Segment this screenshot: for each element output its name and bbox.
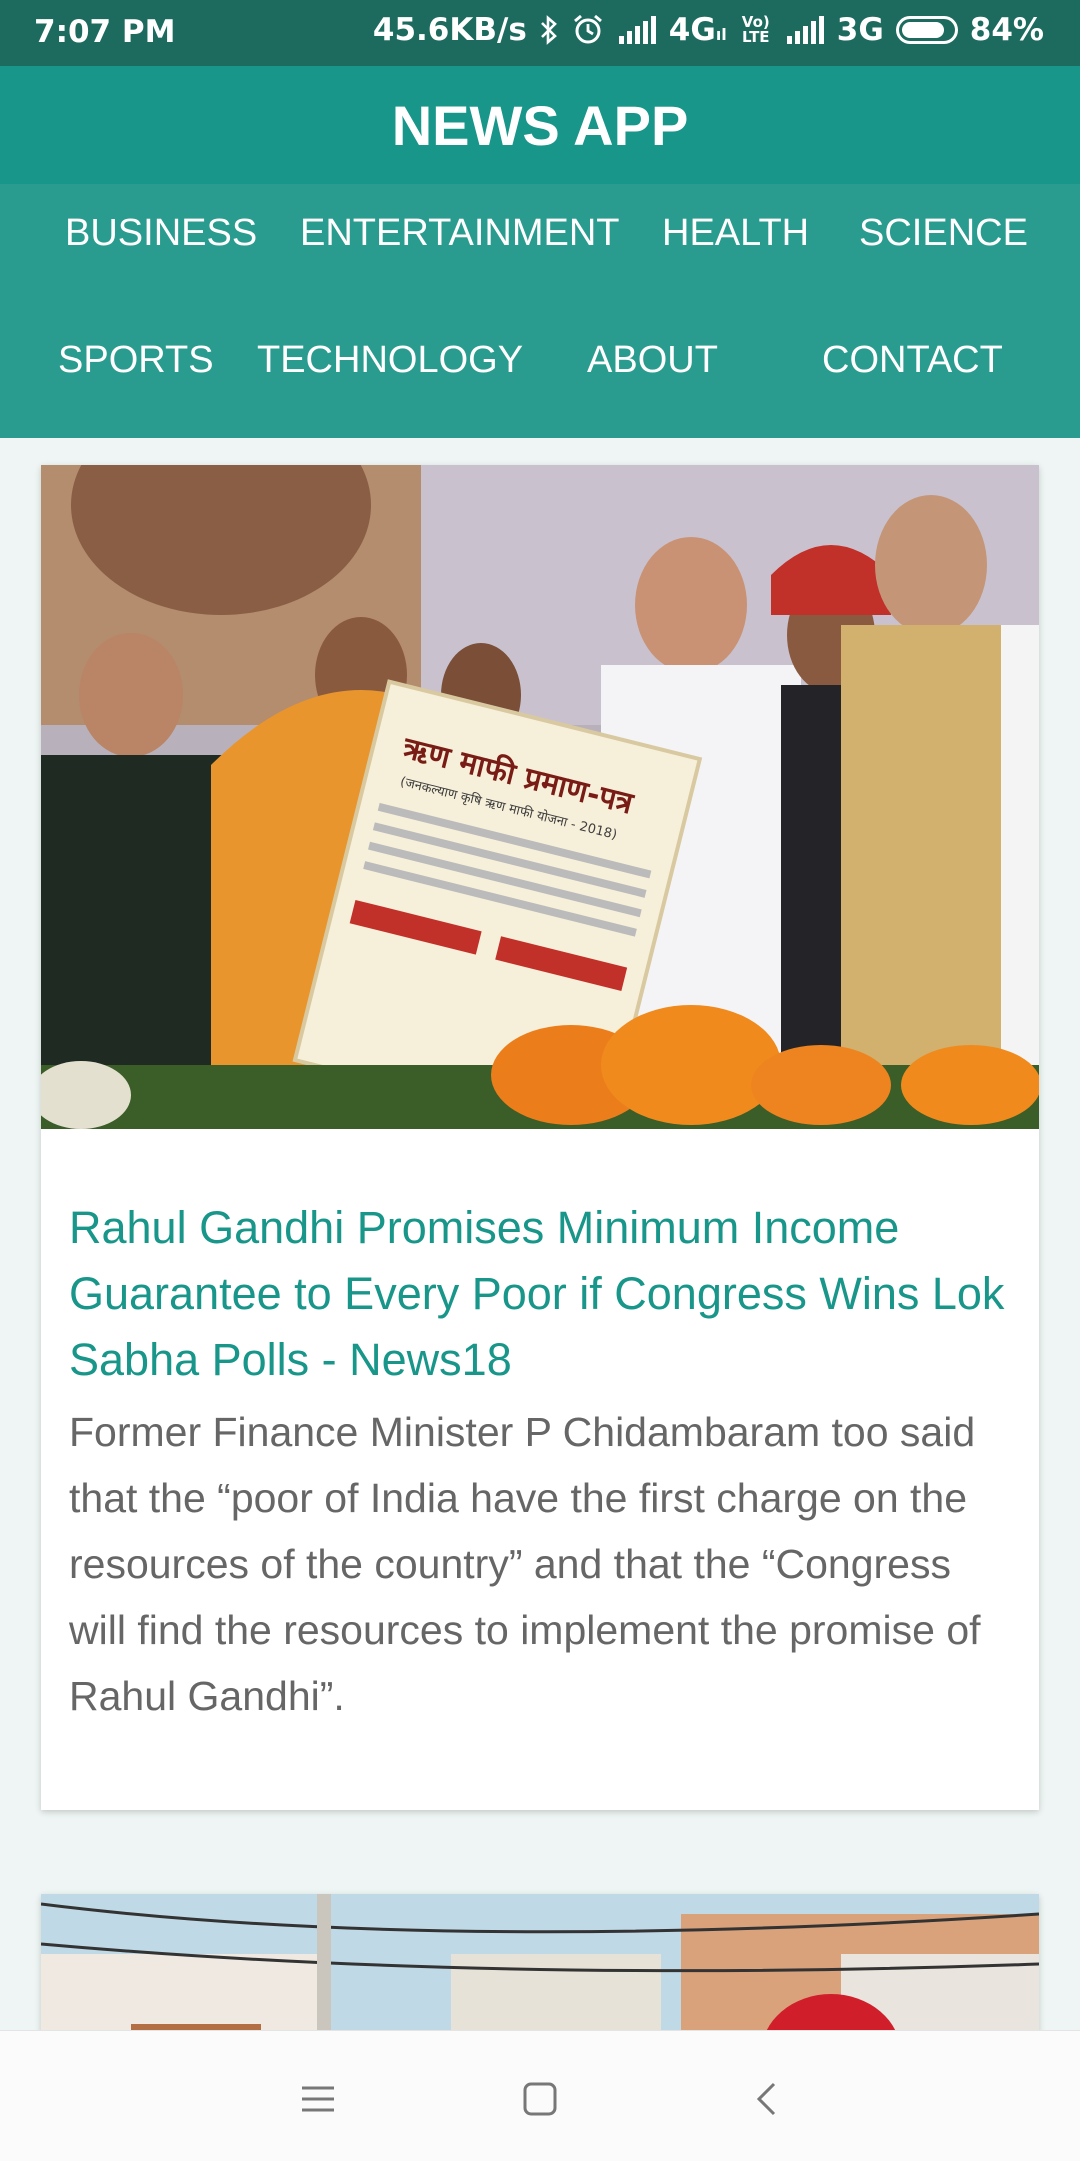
article-title[interactable]: Rahul Gandhi Promises Minimum Income Gua… [69, 1195, 1019, 1393]
nav-item-health[interactable]: HEALTH [662, 212, 809, 255]
back-chevron-icon[interactable] [738, 2071, 794, 2127]
alarm-icon [571, 13, 605, 47]
article-image[interactable]: ऋण माफी प्रमाण-पत्र (जनकल्याण कृषि ऋण मा… [41, 465, 1039, 1129]
nav-item-technology[interactable]: TECHNOLOGY [257, 339, 523, 382]
nav-item-about[interactable]: ABOUT [587, 339, 718, 382]
article-description: Former Finance Minister P Chidambaram to… [69, 1409, 981, 1719]
status-time: 7:07 PM [34, 14, 176, 50]
status-bar: 7:07 PM 45.6KB/s 4Gıl Vo) LTE 3G 84% [0, 0, 1080, 66]
system-nav-bar [0, 2030, 1080, 2161]
nav-item-sports[interactable]: SPORTS [58, 339, 214, 382]
network-speed: 45.6KB/s [372, 12, 527, 48]
article-card[interactable]: ऋण माफी प्रमाण-पत्र (जनकल्याण कृषि ऋण मा… [41, 465, 1039, 1810]
bluetooth-icon [539, 14, 559, 46]
home-square-icon[interactable] [512, 2071, 568, 2127]
battery-percent: 84% [969, 12, 1044, 48]
app-header: NEWS APP [0, 66, 1080, 184]
volte-icon: Vo) LTE [741, 13, 770, 46]
signal-icon [617, 16, 657, 44]
network-type-1: 4Gıl [668, 12, 727, 48]
menu-icon[interactable] [290, 2071, 346, 2127]
nav-item-business[interactable]: BUSINESS [65, 212, 257, 255]
status-indicators: 45.6KB/s 4Gıl Vo) LTE 3G 84% [373, 12, 1044, 48]
nav-item-science[interactable]: SCIENCE [859, 212, 1028, 255]
app-title: NEWS APP [391, 93, 689, 157]
network-type-2: 3G [836, 12, 884, 48]
nav-item-contact[interactable]: CONTACT [822, 339, 1003, 382]
nav-item-entertainment[interactable]: ENTERTAINMENT [300, 212, 620, 255]
signal-icon-2 [785, 16, 825, 44]
battery-icon [895, 16, 958, 44]
category-nav: BUSINESS ENTERTAINMENT HEALTH SCIENCE SP… [0, 184, 1080, 438]
